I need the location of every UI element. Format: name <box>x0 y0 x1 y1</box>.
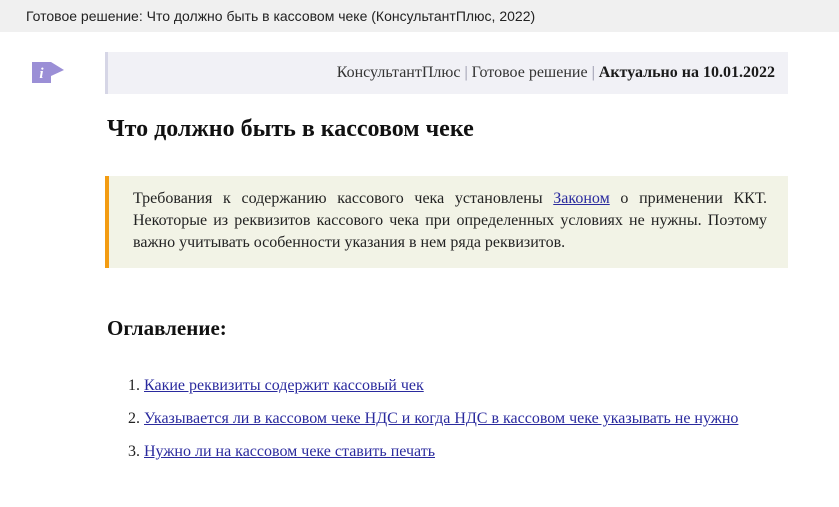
law-link[interactable]: Законом <box>553 190 609 207</box>
toc-list: Какие реквизиты содержит кассовый чек Ук… <box>110 374 738 473</box>
meta-doc-type: Готовое решение <box>471 64 588 81</box>
note-text-before: Требования к содержанию кассового чека у… <box>133 190 554 207</box>
toc-link-vat[interactable]: Указывается ли в кассовом чеке НДС и ког… <box>144 410 738 427</box>
toc-link-stamp[interactable]: Нужно ли на кассовом чеке ставить печать <box>144 443 435 460</box>
toc-heading: Оглавление: <box>107 316 227 340</box>
meta-separator: | <box>591 64 595 81</box>
info-icon: i <box>32 62 64 83</box>
meta-actual-date: Актуально на 10.01.2022 <box>598 64 775 81</box>
intro-note: Требования к содержанию кассового чека у… <box>105 176 788 268</box>
window-title: Готовое решение: Что должно быть в кассо… <box>26 8 536 24</box>
toc-item: Нужно ли на кассовом чеке ставить печать <box>144 440 738 463</box>
toc-item: Указывается ли в кассовом чеке НДС и ког… <box>144 407 738 430</box>
toc-item: Какие реквизиты содержит кассовый чек <box>144 374 738 397</box>
page-title: Что должно быть в кассовом чеке <box>107 116 474 142</box>
window-title-bar: Готовое решение: Что должно быть в кассо… <box>0 0 839 32</box>
meta-source: КонсультантПлюс <box>336 64 461 81</box>
meta-separator: | <box>464 64 468 81</box>
document-meta-bar: КонсультантПлюс | Готовое решение | Актуальн… <box>105 52 788 94</box>
toc-link-requisites[interactable]: Какие реквизиты содержит кассовый чек <box>144 377 424 394</box>
